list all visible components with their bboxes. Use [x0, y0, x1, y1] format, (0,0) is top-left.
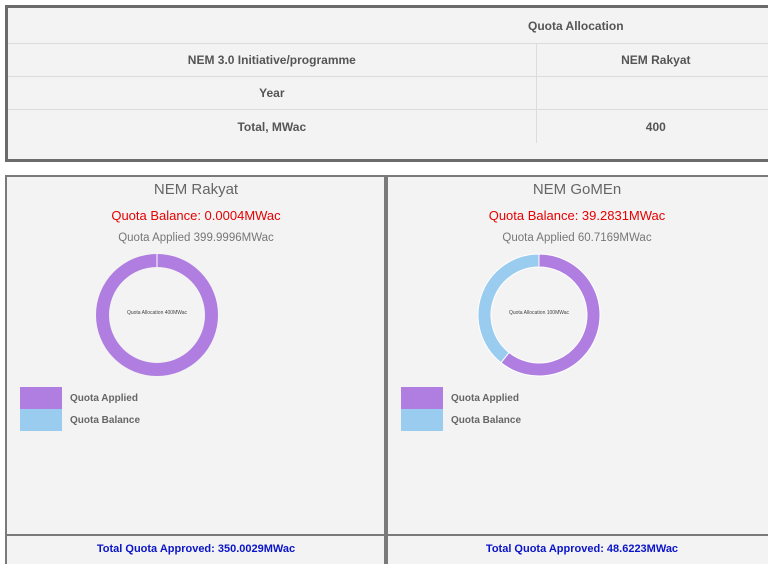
total-quota-approved: Total Quota Approved: 350.0029MWac: [5, 534, 387, 564]
chart-legend: Quota Applied Quota Balance: [401, 387, 521, 431]
row-value: NEM Rakyat: [535, 44, 768, 76]
quota-applied-text: Quota Applied 399.9996MWac: [118, 232, 274, 244]
quota-allocation-header-text: Quota Allocation: [528, 18, 624, 33]
legend-label: Quota Applied: [451, 392, 519, 404]
legend-label: Quota Applied: [70, 392, 138, 404]
legend-swatch-balance: [401, 409, 443, 431]
legend-item-balance[interactable]: Quota Balance: [401, 409, 521, 431]
table-header-row: Quota Allocation: [8, 8, 768, 44]
legend-label: Quota Balance: [70, 414, 141, 426]
row-label: Year: [259, 86, 285, 100]
donut-center-label: Quota Allocation 100MWac: [508, 310, 570, 316]
legend-item-balance[interactable]: Quota Balance: [20, 409, 140, 431]
total-quota-approved: Total Quota Approved: 48.6223MWac: [386, 534, 768, 564]
donut-chart: Quota Allocation 400MWac: [87, 252, 227, 378]
table-row: Total, MWac 400: [8, 110, 768, 143]
donut-slice-quota-balance[interactable]: [477, 253, 540, 364]
panel-title: NEM Rakyat: [153, 181, 239, 198]
donut-chart: Quota Allocation 100MWac: [469, 252, 609, 378]
legend-label: Quota Balance: [451, 414, 522, 426]
legend-swatch-applied: [401, 387, 443, 409]
panel-nem-gomen: NEM GoMEn Quota Balance: 39.2831MWac Quo…: [386, 175, 768, 564]
panel-nem-rakyat: NEM Rakyat Quota Balance: 0.0004MWac Quo…: [5, 175, 387, 564]
legend-item-applied[interactable]: Quota Applied: [20, 387, 140, 409]
quota-allocation-table: Quota Allocation NEM 3.0 Initiative/prog…: [5, 5, 768, 162]
quota-balance-text: Quota Balance: 0.0004MWac: [111, 208, 281, 223]
quota-allocation-header: Quota Allocation: [528, 8, 768, 43]
table-row: Year: [8, 77, 768, 110]
panel-title: NEM GoMEn: [532, 181, 622, 198]
row-value: 400: [535, 110, 768, 143]
chart-legend: Quota Applied Quota Balance: [20, 387, 140, 431]
row-label: NEM 3.0 Initiative/programme: [187, 53, 356, 67]
legend-item-applied[interactable]: Quota Applied: [401, 387, 521, 409]
table-row: NEM 3.0 Initiative/programme NEM Rakyat: [8, 44, 768, 77]
quota-balance-text: Quota Balance: 39.2831MWac: [488, 208, 666, 223]
row-label: Total, MWac: [237, 119, 307, 134]
legend-swatch-applied: [20, 387, 62, 409]
quota-applied-text: Quota Applied 60.7169MWac: [502, 232, 652, 244]
donut-center-label: Quota Allocation 400MWac: [126, 310, 188, 316]
legend-swatch-balance: [20, 409, 62, 431]
row-value: [535, 77, 768, 109]
